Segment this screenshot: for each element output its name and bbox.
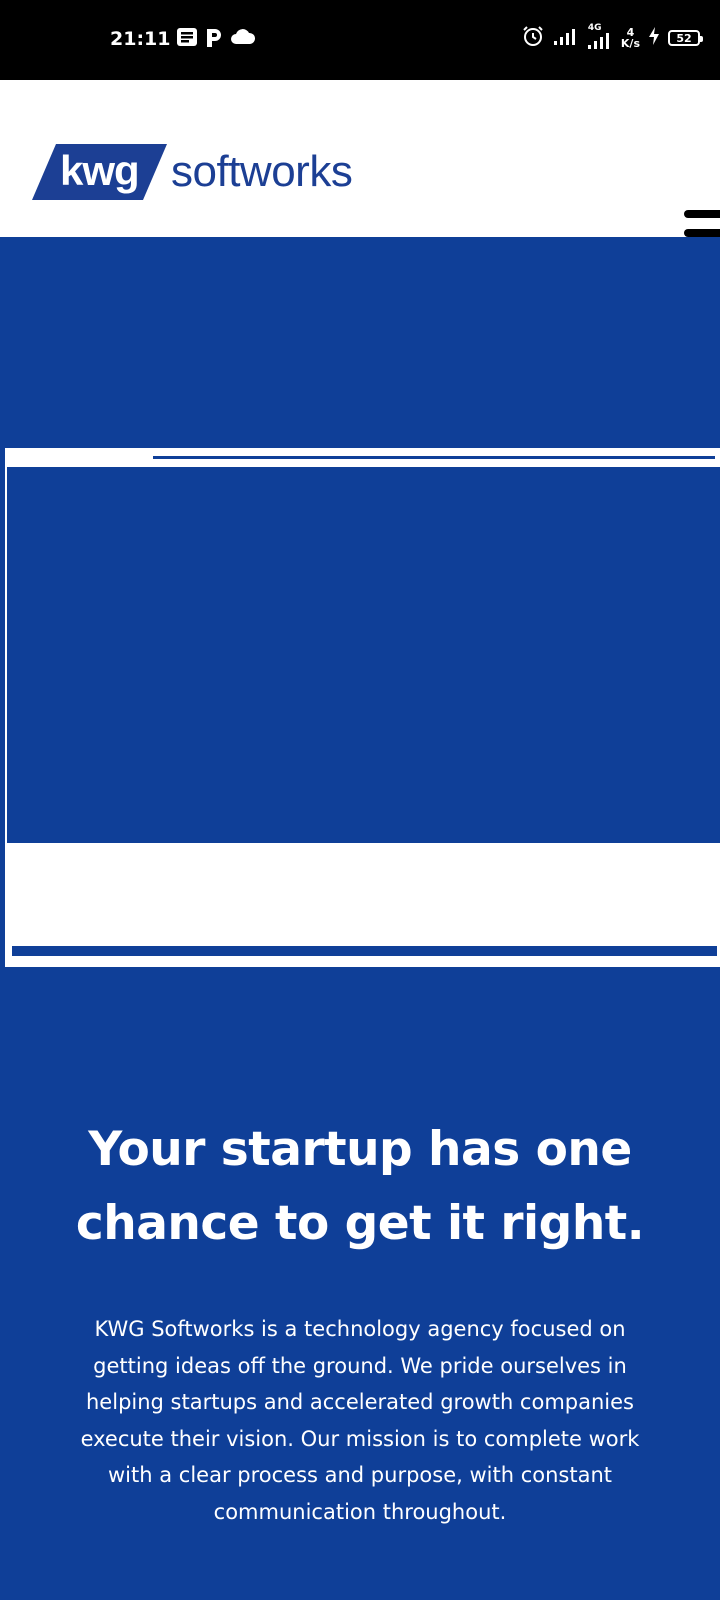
network-speed: 4 K/s [621, 27, 640, 49]
media-footer-bar [12, 946, 717, 956]
hero-media-frame[interactable] [5, 448, 720, 967]
cloud-icon [230, 28, 256, 50]
signal-icon [553, 26, 579, 50]
status-bar: 21:11 4G 4 K/s 52 [0, 0, 720, 80]
notes-icon [176, 27, 198, 51]
logo-badge-text: kwg [60, 147, 140, 194]
parking-icon [204, 26, 224, 52]
logo-badge: kwg [32, 144, 167, 200]
logo-wordmark: softworks [171, 147, 353, 196]
status-bar-left: 21:11 [110, 26, 256, 52]
hero-description: KWG Softworks is a technology agency foc… [80, 1317, 640, 1524]
media-progress-track [12, 456, 715, 459]
hero-media-placeholder [7, 467, 720, 843]
signal-4g-icon: 4G [587, 23, 613, 50]
charging-icon [648, 26, 660, 50]
status-bar-right: 4G 4 K/s 52 [521, 23, 703, 52]
network-speed-unit: K/s [620, 37, 640, 50]
battery-icon: 52 [668, 30, 703, 46]
kwg-softworks-logo[interactable]: kwg softworks [32, 143, 353, 201]
hamburger-icon-bar-top [684, 210, 720, 218]
hamburger-icon-bar-middle [684, 229, 720, 237]
media-progress-fill [12, 456, 153, 459]
status-time: 21:11 [110, 28, 171, 50]
battery-level: 52 [676, 31, 692, 45]
site-header: kwg softworks [0, 80, 720, 256]
hero-title: Your startup has one chance to get it ri… [75, 1122, 645, 1251]
alarm-icon [521, 24, 545, 52]
hero-section: Your startup has one chance to get it ri… [0, 237, 720, 1600]
